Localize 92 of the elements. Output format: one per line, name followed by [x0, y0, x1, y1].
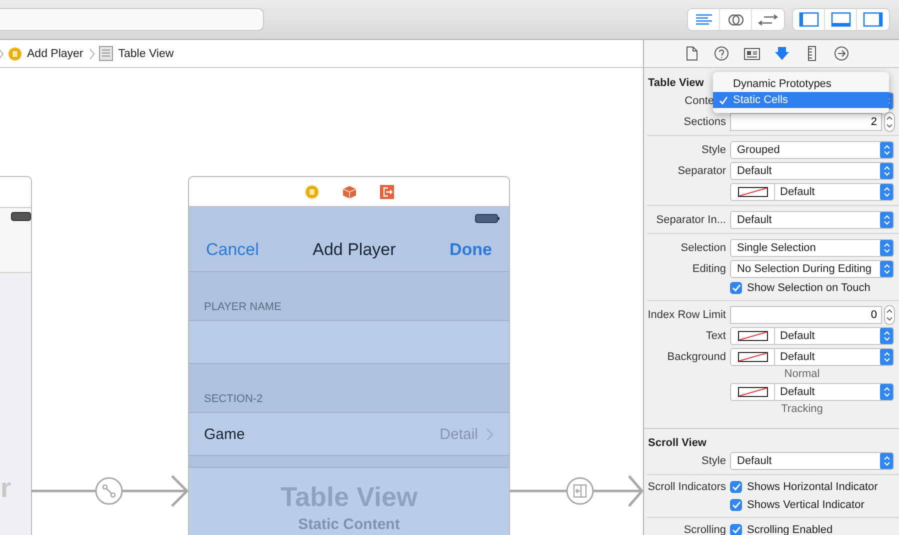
checkbox[interactable]: [730, 282, 742, 294]
section-title: PLAYER NAME: [204, 301, 282, 313]
stepper-icon[interactable]: [884, 304, 895, 324]
down-arrow-icon: [774, 46, 790, 61]
popup-button[interactable]: Default: [730, 210, 894, 228]
popup-button[interactable]: Default: [730, 452, 894, 470]
popup-button[interactable]: Single Selection: [730, 238, 894, 256]
number-field[interactable]: 2: [730, 112, 882, 130]
disclosure-icon: [486, 428, 494, 440]
checkmark-icon: [718, 96, 728, 104]
field-label: Style: [702, 454, 726, 466]
panel-icon: [798, 12, 818, 27]
field-label: Separator: [678, 164, 726, 176]
color-swatch: [738, 386, 768, 396]
number-field[interactable]: 0: [730, 306, 882, 324]
ruler-icon: [808, 46, 816, 61]
chevrons-icon: [880, 162, 893, 178]
field-label: Separator In...: [656, 214, 726, 226]
menu-item-label: Static Cells: [733, 94, 788, 106]
checkbox-label[interactable]: Shows Horizontal Indicator: [747, 481, 878, 493]
color-swatch: [738, 330, 768, 340]
battery-icon: [475, 214, 500, 222]
container-icon[interactable]: [566, 477, 594, 505]
section-title: Table View: [648, 77, 704, 89]
segue-arrow[interactable]: [508, 474, 643, 508]
menu-item[interactable]: Static Cells: [713, 92, 889, 108]
caption-label: Normal: [784, 368, 821, 380]
panel-icon: [863, 12, 883, 27]
chevrons-icon: [880, 384, 893, 400]
popup-button[interactable]: No Selection During Editing: [730, 260, 894, 278]
menu-item-label: Dynamic Prototypes: [733, 78, 832, 90]
color-popup[interactable]: Default: [730, 348, 894, 366]
search-field[interactable]: [0, 9, 263, 30]
breadcrumb-item[interactable]: Table View: [99, 46, 176, 61]
color-popup[interactable]: Default: [730, 326, 894, 344]
menu-item[interactable]: Dynamic Prototypes: [713, 76, 889, 92]
field-label: Selection: [680, 242, 726, 254]
section-title: Scroll View: [648, 437, 706, 449]
table-icon: [99, 46, 114, 61]
chevrons-icon: [880, 328, 893, 344]
breadcrumb-item[interactable]: Add Player: [8, 46, 86, 60]
chevron-icon: [89, 48, 96, 60]
popup-button[interactable]: Grouped: [730, 140, 894, 158]
lines-icon: [694, 14, 712, 26]
cell-title: Game: [204, 426, 246, 442]
color-swatch: [738, 352, 768, 362]
navigation-title: Add Player: [312, 240, 396, 260]
arrow-circle-icon: [834, 46, 849, 61]
link-icon[interactable]: [95, 477, 123, 505]
field-label: Scroll Indicators: [648, 481, 726, 493]
checkbox-label[interactable]: Scrolling Enabled: [747, 524, 833, 535]
section-title: SECTION-2: [204, 393, 263, 405]
field-label: Text: [706, 330, 726, 342]
cube-icon[interactable]: [342, 185, 356, 199]
field-label: Conte: [684, 94, 714, 106]
battery-icon: [11, 212, 31, 221]
popup-button[interactable]: Default: [730, 162, 894, 180]
color-swatch: [738, 186, 768, 196]
color-popup[interactable]: Default: [730, 182, 894, 200]
field-label: Background: [667, 350, 726, 362]
segue-arrow[interactable]: [30, 474, 189, 508]
document-icon: [8, 46, 22, 60]
help-icon: [714, 46, 729, 61]
field-label: Sections: [684, 116, 726, 128]
chevrons-icon: [880, 260, 893, 276]
cell-detail: Detail: [440, 426, 478, 442]
chevrons-icon: [880, 452, 893, 468]
checkbox-label[interactable]: Shows Vertical Indicator: [747, 499, 864, 511]
chevrons-icon: [880, 348, 893, 364]
caption-label: Tracking: [781, 403, 824, 415]
document-icon[interactable]: [304, 185, 318, 199]
chevrons-icon: [880, 240, 893, 256]
chevrons-icon: [880, 142, 893, 158]
field-label: Editing: [692, 262, 726, 274]
field-label: Style: [702, 144, 726, 156]
checkbox-label[interactable]: Show Selection on Touch: [747, 282, 870, 294]
field-label: Scrolling: [684, 524, 726, 535]
color-popup[interactable]: Default: [730, 382, 894, 400]
file-icon: [686, 46, 698, 61]
card-icon: [744, 48, 760, 60]
checkbox[interactable]: [730, 481, 742, 493]
exit-icon[interactable]: [380, 185, 394, 199]
two-arrows-icon: [758, 14, 778, 26]
field-label: Index Row Limit: [648, 308, 726, 320]
checkbox[interactable]: [730, 499, 742, 511]
placeholder-subtitle: Static Content: [298, 516, 400, 533]
checkbox[interactable]: [730, 524, 742, 535]
chevrons-icon: [880, 212, 893, 228]
chevrons-icon: [880, 184, 893, 200]
stepper-icon[interactable]: [884, 112, 895, 132]
panel-icon: [830, 12, 850, 27]
overlapping-circles-icon: [726, 12, 744, 26]
